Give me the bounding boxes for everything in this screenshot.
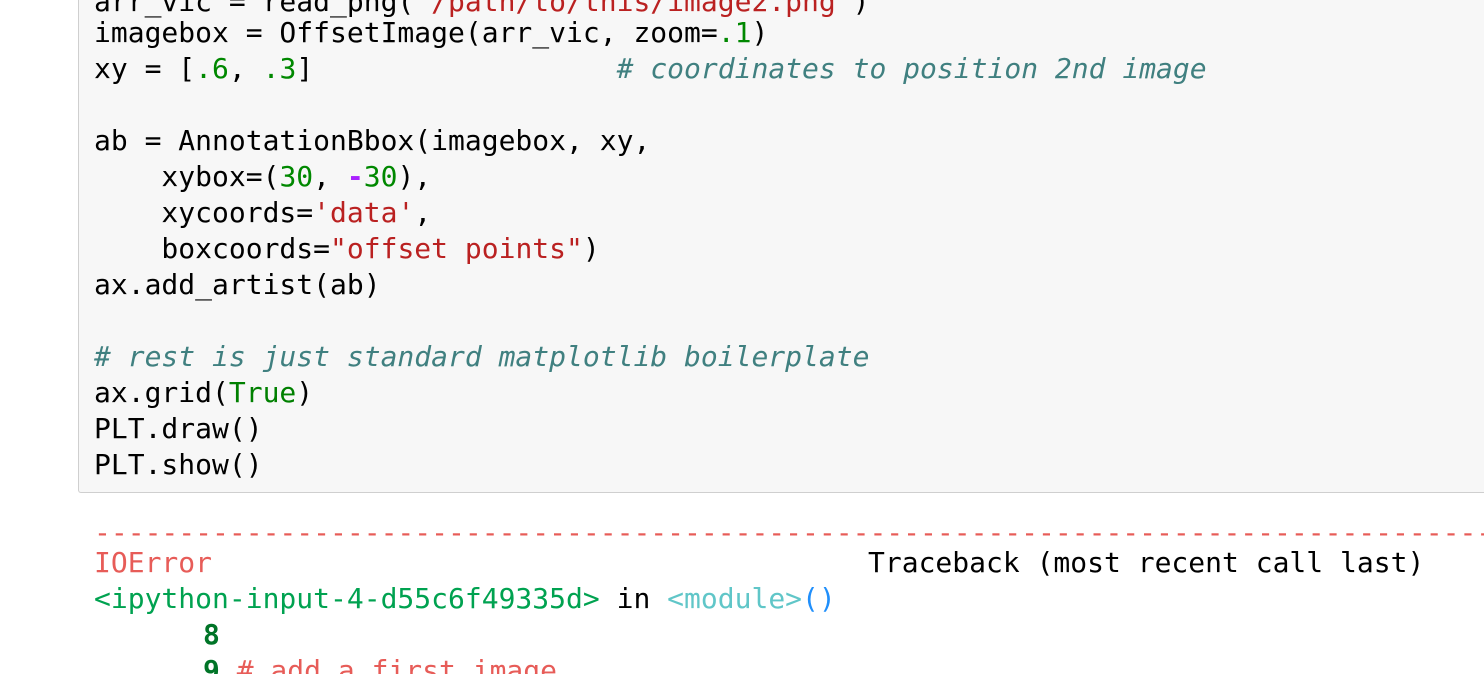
code-line-boxcoords: boxcoords="offset points") xyxy=(94,231,600,267)
code-text: xybox=( xyxy=(94,160,280,193)
code-keyword: True xyxy=(228,376,297,409)
code-text: ) xyxy=(582,232,600,265)
code-line-comment: # rest is just standard matplotlib boile… xyxy=(94,339,869,375)
notebook-page: arr_vic = read_png('/path/to/this/image2… xyxy=(0,0,1484,674)
code-text: ) xyxy=(296,376,314,409)
code-text: xycoords= xyxy=(94,196,314,229)
traceback-header: IOError xyxy=(94,545,212,581)
code-text: ) xyxy=(751,16,769,49)
code-text: ax.grid( xyxy=(94,376,229,409)
code-text: xy = [ xyxy=(94,52,196,85)
traceback-line-number: 8 xyxy=(203,618,220,651)
code-number: .3 xyxy=(262,52,297,85)
traceback-header-right: Traceback (most recent call last) xyxy=(868,545,1424,581)
code-text: ] xyxy=(296,52,314,85)
traceback-line-9: 9 # add a first image xyxy=(203,653,557,674)
code-text: boxcoords= xyxy=(94,232,331,265)
code-line-add-artist: ax.add_artist(ab) xyxy=(94,267,381,303)
code-number: 30 xyxy=(279,160,314,193)
code-string: "offset points" xyxy=(330,232,583,265)
cell-output-area: ----------------------------------------… xyxy=(0,495,1484,674)
code-line-show: PLT.show() xyxy=(94,447,263,483)
code-text: ax.add_artist(ab) xyxy=(94,268,381,301)
code-line-xybox: xybox=(30, -30), xyxy=(94,159,431,195)
code-line-xy: xy = [.6, .3] # coordinates to position … xyxy=(94,51,1207,87)
traceback-line-8: 8 xyxy=(203,617,220,653)
code-line-draw: PLT.draw() xyxy=(94,411,263,447)
code-line-annotationbbox: ab = AnnotationBbox(imagebox, xy, xyxy=(94,123,650,159)
code-comment: # rest is just standard matplotlib boile… xyxy=(94,340,870,373)
traceback-text: in xyxy=(599,582,668,615)
code-text: PLT.show() xyxy=(94,448,263,481)
traceback-parens: () xyxy=(802,582,836,615)
traceback-line-number: 9 xyxy=(203,654,220,674)
traceback-code-comment: # add a first image xyxy=(219,654,558,674)
code-line-grid: ax.grid(True) xyxy=(94,375,313,411)
code-text: , xyxy=(414,196,432,229)
code-text: ) xyxy=(852,0,870,18)
code-text: ), xyxy=(397,160,432,193)
code-number: 30 xyxy=(363,160,398,193)
code-string: 'data' xyxy=(313,196,415,229)
traceback-label: Traceback (most recent call last) xyxy=(868,546,1425,579)
code-number: .1 xyxy=(717,16,752,49)
code-text: PLT.draw() xyxy=(94,412,263,445)
code-operator: - xyxy=(346,160,364,193)
traceback-input-ref: <ipython-input-4-d55c6f49335d> xyxy=(94,582,600,615)
code-text: , xyxy=(228,52,263,85)
code-line-imagebox: imagebox = OffsetImage(arr_vic, zoom=.1) xyxy=(94,15,768,51)
code-text: , xyxy=(313,160,347,193)
code-text: imagebox = OffsetImage(arr_vic, zoom= xyxy=(94,16,718,49)
traceback-location: <ipython-input-4-d55c6f49335d> in <modul… xyxy=(94,581,836,617)
traceback-module: <module> xyxy=(667,582,803,615)
code-comment: # coordinates to position 2nd image xyxy=(616,52,1207,85)
error-name: IOError xyxy=(94,546,213,579)
code-number: .6 xyxy=(195,52,229,85)
code-line-xycoords: xycoords='data', xyxy=(94,195,431,231)
code-text: ab = AnnotationBbox(imagebox, xy, xyxy=(94,124,651,157)
